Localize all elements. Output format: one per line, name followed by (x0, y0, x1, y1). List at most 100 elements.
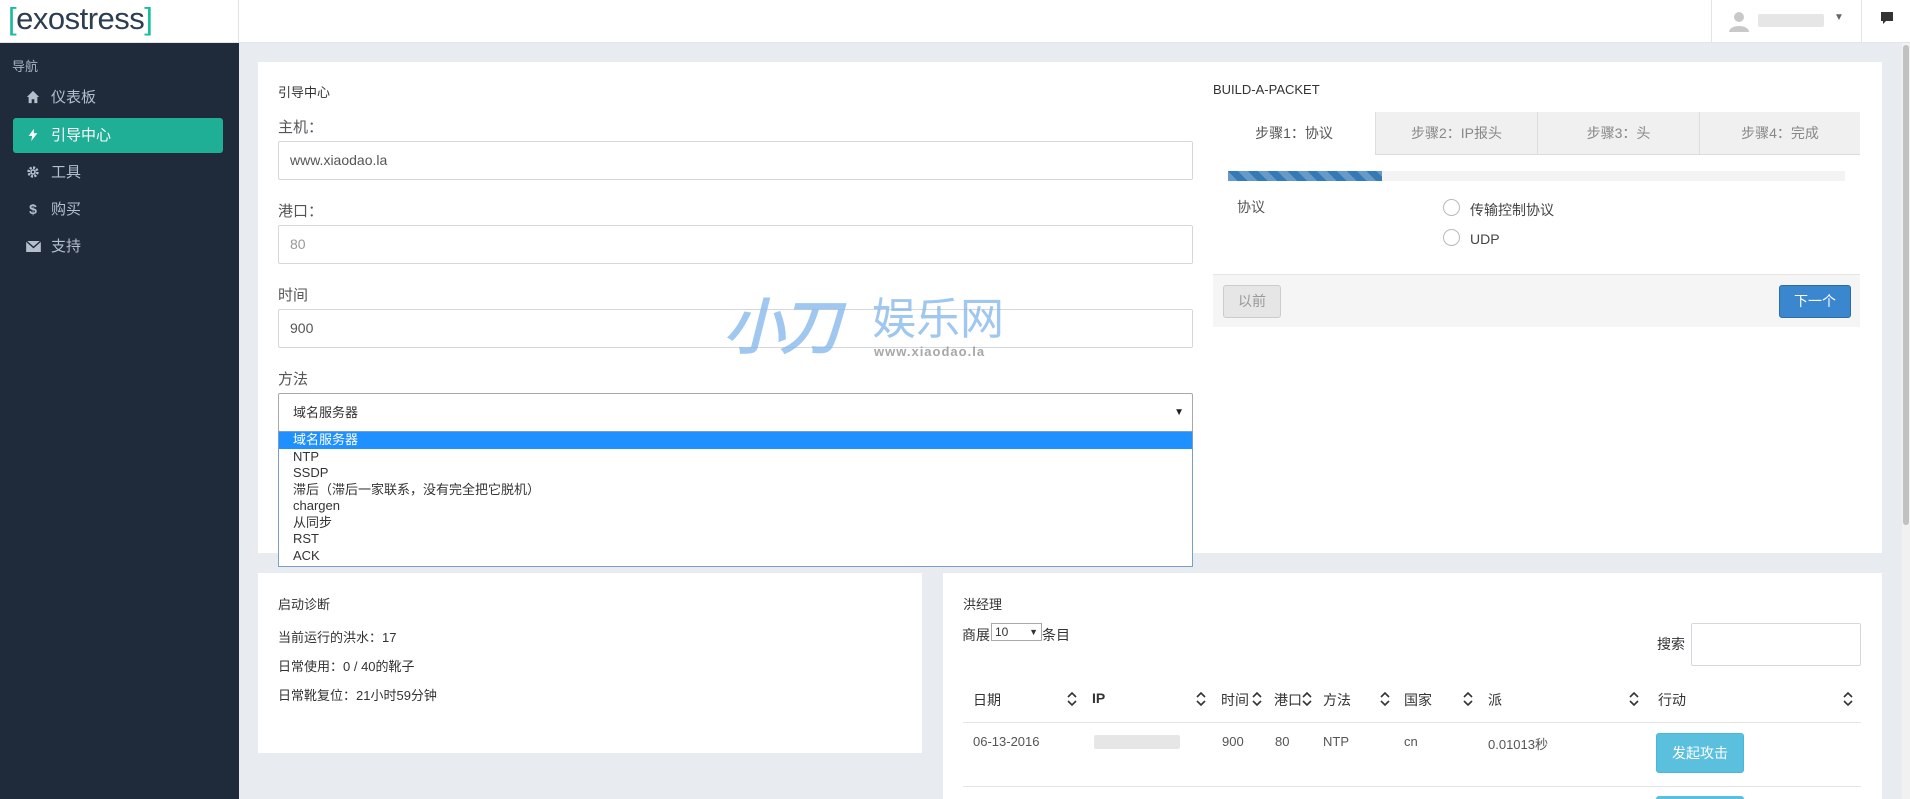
sort-icon[interactable] (1462, 690, 1474, 708)
protocol-udp-label: UDP (1470, 231, 1500, 247)
wizard-tabs: 步骤1：协议 步骤2：IP报头 步骤3：头 步骤4：完成 (1213, 112, 1860, 156)
sidebar-item-label: 支持 (51, 238, 82, 255)
sidebar-item-tools[interactable]: 工具 (13, 155, 223, 190)
tab-step-3[interactable]: 步骤3：头 (1537, 112, 1699, 155)
method-option[interactable]: 从同步 (279, 515, 1192, 532)
cell-date: 06-13-2016 (973, 734, 1040, 749)
method-option[interactable]: SSDP (279, 465, 1192, 482)
caret-down-icon: ▼ (1174, 407, 1184, 418)
tab-step-2[interactable]: 步骤2：IP报头 (1375, 112, 1537, 155)
page-scrollbar[interactable] (1902, 43, 1910, 799)
method-selected-value: 域名服务器 (293, 405, 359, 420)
method-select[interactable]: 域名服务器 ▼ (278, 393, 1193, 432)
sidebar-title: 导航 (12, 59, 39, 74)
show-suffix: 条目 (1042, 627, 1070, 643)
sidebar-item-dashboard[interactable]: 仪表板 (13, 80, 223, 115)
sort-icon[interactable] (1842, 690, 1854, 708)
show-prefix: 商展 (962, 627, 990, 643)
sidebar-item-support[interactable]: 支持 (13, 229, 223, 264)
messages-button[interactable] (1861, 0, 1910, 43)
cell-time: 900 (1222, 734, 1244, 749)
sidebar-item-label: 购买 (51, 201, 82, 218)
column-header-method[interactable]: 方法 (1323, 690, 1351, 710)
home-icon (24, 80, 42, 117)
previous-button[interactable]: 以前 (1223, 285, 1281, 318)
sort-icon[interactable] (1379, 690, 1391, 708)
panel-title: 引导中心 (278, 85, 331, 100)
search-label: 搜索 (1657, 636, 1685, 652)
next-button[interactable]: 下一个 (1779, 285, 1851, 318)
sort-icon[interactable] (1066, 690, 1078, 708)
sidebar-item-label: 工具 (51, 164, 82, 181)
running-floods-text: 当前运行的洪水：17 (278, 630, 397, 645)
user-menu[interactable]: ▼ (1711, 0, 1861, 43)
cell-port: 80 (1275, 734, 1290, 749)
method-dropdown: 域名服务器 NTP SSDP 滞后（滞后一家联系，没有完全把它脱机） charg… (278, 431, 1193, 567)
build-packet-title: BUILD-A-PACKET (1213, 82, 1320, 97)
bolt-icon (24, 118, 42, 155)
cell-method: NTP (1323, 734, 1349, 749)
port-label: 港口： (278, 203, 324, 220)
launch-attack-button[interactable]: 发起攻击 (1656, 733, 1744, 773)
time-label: 时间 (278, 287, 309, 304)
comment-icon (1881, 12, 1893, 24)
cell-ip-blurred (1094, 735, 1180, 749)
protocol-radio-udp[interactable] (1443, 229, 1460, 246)
app-logo[interactable]: [exostress] (0, 0, 239, 43)
method-option[interactable]: 域名服务器 (279, 432, 1192, 449)
chevron-down-icon: ▼ (1834, 12, 1844, 23)
user-avatar-icon (1729, 12, 1749, 32)
daily-reset-text: 日常靴复位：21小时59分钟 (278, 688, 437, 703)
page-size-value: 10 (995, 625, 1009, 639)
method-option[interactable]: NTP (279, 449, 1192, 466)
method-option[interactable]: 滞后（滞后一家联系，没有完全把它脱机） (279, 482, 1192, 499)
protocol-label: 协议 (1237, 199, 1265, 215)
wizard-footer (1213, 274, 1860, 327)
column-header-ip[interactable]: IP (1092, 690, 1105, 706)
sidebar-item-buy[interactable]: $ 购买 (13, 192, 223, 227)
page-size-select[interactable]: 10 ▼ (991, 623, 1042, 641)
sidebar-item-label: 引导中心 (51, 127, 112, 144)
method-option[interactable]: chargen (279, 498, 1192, 515)
cell-sent: 0.01013秒 (1488, 737, 1548, 752)
diagnostics-title: 启动诊断 (278, 597, 331, 612)
column-header-date[interactable]: 日期 (973, 690, 1001, 710)
method-option[interactable]: RST (279, 531, 1192, 548)
sidebar-item-label: 仪表板 (51, 89, 97, 106)
column-header-port[interactable]: 港口 (1274, 690, 1302, 710)
daily-usage-text: 日常使用：0 / 40的靴子 (278, 659, 415, 674)
gear-icon (24, 155, 42, 192)
user-name-blurred (1758, 14, 1824, 27)
sidebar-item-boot-center[interactable]: 引导中心 (13, 118, 223, 153)
port-input[interactable]: 80 (278, 225, 1193, 264)
dollar-icon: $ (29, 201, 37, 217)
protocol-tcp-label: 传输控制协议 (1470, 202, 1554, 218)
cell-country: cn (1404, 734, 1418, 749)
table-row-divider (963, 786, 1861, 787)
flood-manager-title: 洪经理 (963, 597, 1003, 612)
protocol-radio-tcp[interactable] (1443, 199, 1460, 216)
sort-icon[interactable] (1628, 690, 1640, 708)
sort-icon[interactable] (1301, 690, 1313, 708)
progress-fill (1228, 171, 1383, 181)
method-label: 方法 (278, 371, 309, 388)
method-option[interactable]: ACK (279, 548, 1192, 565)
column-header-action[interactable]: 行动 (1658, 690, 1686, 710)
column-header-country[interactable]: 国家 (1404, 690, 1432, 710)
host-input[interactable]: www.xiaodao.la (278, 141, 1193, 180)
column-header-sent[interactable]: 派 (1488, 690, 1502, 710)
envelope-icon (24, 229, 42, 265)
top-bar: [exostress] ▼ (0, 0, 1910, 43)
watermark: 小刀 娱乐网 www.xiaodao.la (724, 294, 1004, 361)
wizard-progress (1228, 171, 1845, 181)
column-header-time[interactable]: 时间 (1221, 690, 1249, 710)
scrollbar-thumb[interactable] (1903, 45, 1909, 525)
tab-step-4[interactable]: 步骤4：完成 (1699, 112, 1860, 155)
sort-icon[interactable] (1195, 690, 1207, 708)
host-label: 主机： (278, 119, 324, 136)
tab-step-1[interactable]: 步骤1：协议 (1213, 112, 1375, 156)
caret-down-icon: ▼ (1029, 627, 1038, 637)
table-header-divider (963, 722, 1861, 723)
search-input[interactable] (1691, 623, 1861, 666)
sort-icon[interactable] (1251, 690, 1263, 708)
